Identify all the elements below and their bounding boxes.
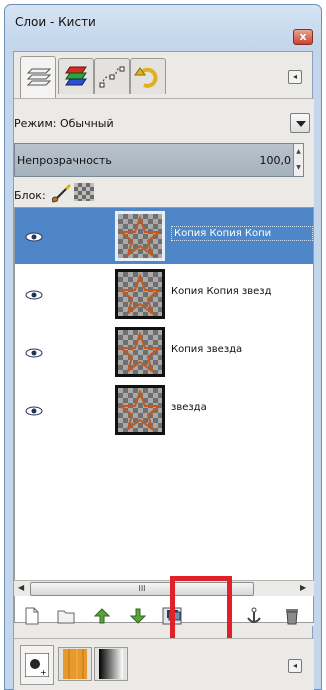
layers-icon	[26, 68, 52, 85]
eye-icon[interactable]	[25, 290, 43, 300]
layer-thumbnail	[115, 269, 165, 319]
layers-panel: Режим: Обычный Непрозрачность 100,0 ▲ ▼ …	[14, 98, 314, 626]
layer-row[interactable]: Копия Копия Копи	[15, 208, 313, 264]
spin-up-icon[interactable]: ▲	[294, 144, 303, 160]
tab-menu-button[interactable]: ◂	[288, 70, 302, 84]
new-group-icon	[57, 610, 75, 624]
scroll-right-icon[interactable]: ▶	[300, 583, 306, 592]
delete-layer-button[interactable]	[280, 604, 304, 628]
bottom-tab-menu-button[interactable]: ◂	[288, 659, 302, 673]
layer-list: Копия Копия Копи Копия Копия звезд Копия…	[14, 207, 314, 623]
dock-client: ◂ Режим: Обычный Непрозрачность 100,0 ▲ …	[13, 51, 314, 690]
delete-icon	[286, 609, 298, 625]
pattern-icon	[63, 649, 87, 679]
layer-name[interactable]: Копия Копия Копи	[171, 226, 313, 241]
star-icon	[118, 273, 162, 316]
star-icon	[118, 215, 162, 258]
eye-icon[interactable]	[25, 406, 43, 416]
new-layer-icon	[25, 607, 39, 625]
lock-paint-icon[interactable]	[50, 183, 72, 203]
undo-icon	[134, 66, 158, 88]
close-button[interactable]: x	[293, 29, 313, 45]
tab-layers[interactable]	[20, 56, 56, 98]
brush-icon: +	[25, 653, 49, 677]
gradient-icon	[99, 649, 123, 679]
scroll-left-icon[interactable]: ◀	[18, 583, 24, 592]
duplicate-highlight-box	[170, 576, 232, 644]
title-bar: Слои - Кисти x	[5, 5, 321, 45]
paths-icon	[99, 66, 125, 87]
star-icon	[118, 389, 162, 432]
mode-label: Режим: Обычный	[14, 117, 114, 130]
tab-patterns[interactable]	[58, 647, 92, 681]
layer-row[interactable]: Копия звезда	[15, 324, 313, 380]
layer-name[interactable]: звезда	[171, 402, 313, 413]
mode-dropdown[interactable]	[290, 113, 310, 133]
opacity-label: Непрозрачность	[17, 154, 112, 167]
anchor-icon	[247, 607, 261, 623]
opacity-slider[interactable]: Непрозрачность 100,0 ▲ ▼	[14, 143, 304, 177]
layer-name[interactable]: Копия звезда	[171, 344, 313, 355]
brushes-dock: + ◂	[14, 638, 314, 690]
spin-down-icon[interactable]: ▼	[294, 160, 303, 176]
layer-toolbar	[14, 576, 314, 644]
new-layer-button[interactable]	[20, 604, 44, 628]
lock-label: Блок:	[14, 189, 46, 202]
lock-alpha-icon[interactable]	[74, 183, 94, 201]
lower-layer-button[interactable]	[126, 604, 150, 628]
layer-row[interactable]: Копия Копия звезд	[15, 266, 313, 322]
svg-text:+: +	[40, 668, 47, 677]
eye-icon[interactable]	[25, 232, 43, 242]
layer-thumbnail	[115, 211, 165, 261]
channels-icon	[65, 66, 87, 85]
layer-name[interactable]: Копия Копия звезд	[171, 286, 313, 297]
opacity-value[interactable]: 100,0	[260, 154, 292, 167]
new-group-button[interactable]	[54, 604, 78, 628]
opacity-spinner[interactable]: ▲ ▼	[293, 144, 303, 176]
tab-paths[interactable]	[94, 58, 130, 94]
layer-thumbnail	[115, 385, 165, 435]
eye-icon[interactable]	[25, 348, 43, 358]
anchor-layer-button[interactable]	[242, 604, 266, 628]
layer-row[interactable]: звезда	[15, 382, 313, 438]
dock-window: Слои - Кисти x ◂ Режим: Обычный Непрозра…	[4, 4, 322, 690]
tab-channels[interactable]	[58, 58, 94, 94]
tab-gradients[interactable]	[94, 647, 128, 681]
star-icon	[118, 331, 162, 374]
lower-layer-icon	[130, 608, 146, 624]
raise-layer-button[interactable]	[90, 604, 114, 628]
layer-thumbnail	[115, 327, 165, 377]
tab-undo[interactable]	[130, 58, 166, 94]
window-title: Слои - Кисти	[15, 15, 96, 29]
horizontal-scrollbar[interactable]: ◀ III ▶	[14, 580, 314, 596]
tab-row: ◂	[14, 52, 314, 102]
raise-layer-icon	[94, 608, 110, 624]
tab-brushes[interactable]: +	[20, 645, 54, 685]
